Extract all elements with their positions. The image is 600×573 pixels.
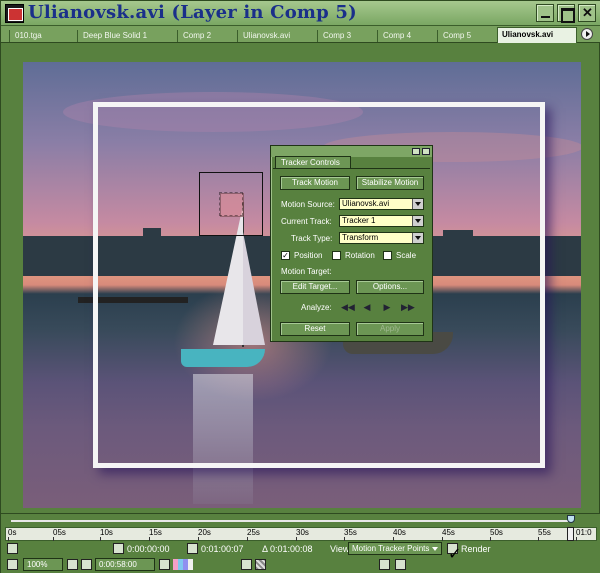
motion-source-label: Motion Source:: [281, 200, 335, 209]
set-out-point-icon[interactable]: [187, 543, 198, 554]
analyze-backward-icon[interactable]: ◀◀: [341, 302, 355, 312]
ruler-tick: 10s: [100, 528, 113, 541]
analyze-label: Analyze:: [301, 303, 332, 312]
reset-exposure-icon[interactable]: [379, 559, 390, 570]
ruler-tick: 01:0: [576, 528, 592, 541]
tab-menu-arrow-icon[interactable]: [581, 28, 593, 40]
tab-010-tga[interactable]: 010.tga: [9, 29, 73, 42]
chevron-down-icon: [412, 216, 423, 226]
toggle-pixel-aspect-icon[interactable]: [395, 559, 406, 570]
ruler-tick: 25s: [247, 528, 260, 541]
render-label: Render: [461, 544, 491, 554]
current-time-display[interactable]: 0:00:58:00: [95, 558, 155, 571]
status-bar: 100% 0:00:58:00: [5, 558, 597, 572]
reset-button[interactable]: Reset: [280, 322, 350, 336]
maximize-button[interactable]: [557, 4, 575, 23]
checkerboard-icon[interactable]: [255, 559, 266, 570]
ruler-tick: 20s: [198, 528, 211, 541]
motion-target-label: Motion Target:: [281, 267, 332, 276]
tab-comp-3[interactable]: Comp 3: [317, 29, 373, 42]
analyze-one-frame-back-icon[interactable]: ◀: [361, 302, 373, 312]
scale-label: Scale: [396, 251, 417, 260]
set-in-point-icon[interactable]: [113, 543, 124, 554]
tab-ulianovsk-avi-active[interactable]: Ulianovsk.avi: [497, 27, 577, 43]
in-point-time: 0:00:00:00: [127, 544, 170, 554]
track-type-select[interactable]: Transform: [339, 232, 424, 244]
work-area-bar[interactable]: [5, 515, 597, 527]
motion-source-select[interactable]: Ulianovsk.avi: [339, 198, 424, 210]
transparency-grid-icon[interactable]: [241, 559, 252, 570]
tab-comp-4[interactable]: Comp 4: [377, 29, 433, 42]
track-type-label: Track Type:: [291, 234, 333, 243]
timeline-controls: 0:00:00:00 0:01:00:07 Δ 0:01:00:08 View:…: [5, 542, 597, 563]
camera-icon[interactable]: [81, 559, 92, 570]
ruler-tick: 55s: [538, 528, 551, 541]
view-select[interactable]: Motion Tracker Points: [348, 542, 442, 555]
tab-ulianovsk-avi[interactable]: Ulianovsk.avi: [237, 29, 313, 42]
work-area-end-handle[interactable]: [567, 515, 575, 523]
time-ruler[interactable]: 0s 05s 10s 15s 20s 25s 30s 35s 40s 45s 5…: [5, 527, 597, 541]
stabilize-motion-button[interactable]: Stabilize Motion: [356, 176, 424, 190]
tracker-body: Track Motion Stabilize Motion Motion Sou…: [273, 168, 430, 339]
edit-target-button[interactable]: Edit Target...: [280, 280, 350, 294]
render-checkbox[interactable]: ✓: [447, 543, 461, 563]
ruler-tick: 0s: [8, 528, 17, 541]
current-track-select[interactable]: Tracker 1: [339, 215, 424, 227]
window-title: Ulianovsk.avi (Layer in Comp 5): [28, 2, 357, 23]
ruler-tick: 40s: [393, 528, 406, 541]
palette-minimize-button[interactable]: [412, 148, 420, 155]
position-label: Position: [294, 251, 323, 260]
snapshot-icon[interactable]: [159, 559, 170, 570]
tracker-controls-palette: Tracker Controls Track Motion Stabilize …: [270, 145, 433, 342]
timeline-menu-icon[interactable]: [7, 543, 18, 554]
zoom-select[interactable]: 100%: [23, 558, 63, 571]
track-feature-region[interactable]: [219, 192, 243, 216]
tab-deep-blue-solid-1[interactable]: Deep Blue Solid 1: [77, 29, 173, 42]
after-effects-icon: [5, 4, 24, 23]
out-point-time: 0:01:00:07: [201, 544, 244, 554]
ruler-tick: 05s: [53, 528, 66, 541]
palette-close-button[interactable]: [422, 148, 430, 155]
alpha-channel-icon[interactable]: [188, 559, 193, 570]
layer-window: Ulianovsk.avi (Layer in Comp 5) 010.tga …: [0, 0, 600, 573]
region-of-interest-icon[interactable]: [7, 559, 18, 570]
ruler-tick: 45s: [442, 528, 455, 541]
layer-viewer[interactable]: Tracker Controls Track Motion Stabilize …: [5, 44, 597, 512]
analyze-controls: ◀◀ ◀ ▶ ▶▶: [341, 302, 421, 312]
fit-icon[interactable]: [67, 559, 78, 570]
ruler-tick: 15s: [149, 528, 162, 541]
ruler-tick: 30s: [296, 528, 309, 541]
analyze-forward-icon[interactable]: ▶▶: [401, 302, 415, 312]
rotation-label: Rotation: [345, 251, 375, 260]
current-time-indicator[interactable]: [567, 527, 574, 541]
minimize-button[interactable]: [536, 4, 554, 22]
chevron-down-icon: [412, 233, 423, 243]
rotation-checkbox[interactable]: [332, 251, 341, 260]
scale-checkbox[interactable]: [383, 251, 392, 260]
tab-strip: 010.tga Deep Blue Solid 1 Comp 2 Ulianov…: [1, 26, 600, 43]
ruler-tick: 35s: [344, 528, 357, 541]
title-bar[interactable]: Ulianovsk.avi (Layer in Comp 5): [1, 1, 600, 26]
ruler-tick: 50s: [490, 528, 503, 541]
apply-button[interactable]: Apply: [356, 322, 424, 336]
chevron-down-icon: [412, 199, 423, 209]
tab-comp-5[interactable]: Comp 5: [437, 29, 495, 42]
analyze-one-frame-forward-icon[interactable]: ▶: [381, 302, 393, 312]
close-button[interactable]: [578, 4, 596, 22]
track-motion-button[interactable]: Track Motion: [280, 176, 350, 190]
position-checkbox[interactable]: ✓: [281, 251, 290, 260]
tab-comp-2[interactable]: Comp 2: [177, 29, 233, 42]
duration-time: Δ 0:01:00:08: [262, 544, 313, 554]
options-button[interactable]: Options...: [356, 280, 424, 294]
current-track-label: Current Track:: [281, 217, 332, 226]
timeline-panel: 0s 05s 10s 15s 20s 25s 30s 35s 40s 45s 5…: [1, 513, 600, 573]
